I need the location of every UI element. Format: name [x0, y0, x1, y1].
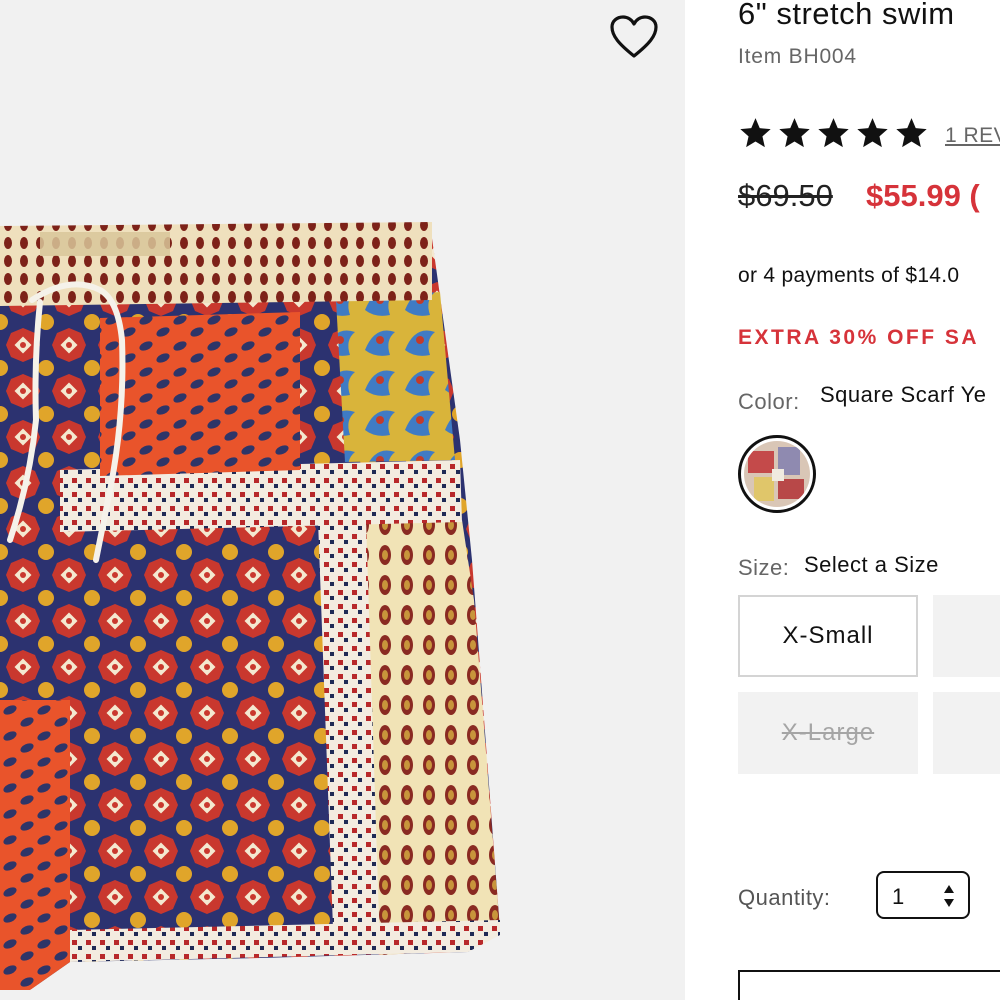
size-option-xxlarge[interactable]: XX [933, 692, 1000, 774]
star-filled-icon [857, 118, 888, 148]
original-price: $69.50 [738, 178, 833, 213]
size-label: Size: [738, 555, 790, 580]
sale-price: $55.99 ( [866, 178, 980, 213]
product-image-panel [0, 0, 685, 1000]
product-details-panel: 6" stretch swim Item BH004 1 REV $69.50 … [685, 0, 1000, 1000]
add-to-bag-button[interactable] [738, 970, 1000, 1000]
star-filled-icon [740, 118, 771, 148]
size-option-xsmall[interactable]: X-Small [738, 595, 918, 677]
star-filled-icon [818, 118, 849, 148]
rating-stars [738, 116, 929, 150]
quantity-label: Quantity: [738, 885, 831, 910]
product-title: 6" stretch swim [738, 0, 955, 31]
updown-arrows-icon [944, 885, 954, 907]
quantity-select[interactable]: 1 [876, 871, 970, 919]
size-option-xlarge[interactable]: X-Large [738, 692, 918, 774]
color-label: Color: [738, 389, 800, 414]
reviews-link[interactable]: 1 REV [945, 124, 1000, 148]
item-number: Item BH004 [738, 45, 857, 68]
product-image [0, 222, 500, 990]
star-filled-icon [779, 118, 810, 148]
size-selection-prompt: Select a Size [804, 552, 939, 577]
installment-payments-text: or 4 payments of $14.0 [738, 264, 960, 287]
color-swatch-selected[interactable] [738, 435, 816, 513]
quantity-value: 1 [892, 884, 905, 909]
color-swatch-image [744, 441, 810, 507]
heart-outline-icon[interactable] [609, 14, 659, 60]
selected-color-name: Square Scarf Ye [820, 382, 987, 407]
star-filled-icon [896, 118, 927, 148]
size-option-small[interactable]: S [933, 595, 1000, 677]
promo-text: EXTRA 30% OFF SA [738, 326, 980, 349]
